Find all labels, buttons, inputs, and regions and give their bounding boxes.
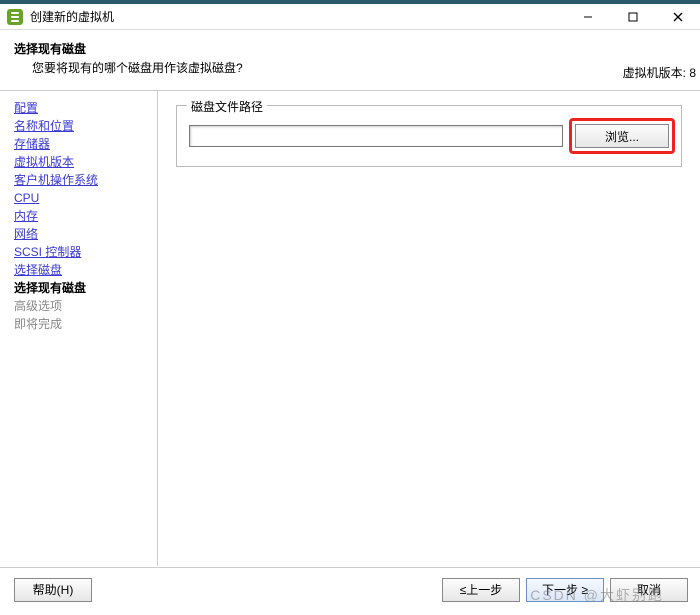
- sidebar-item-guest-os[interactable]: 客户机操作系统: [14, 171, 147, 189]
- wizard-content: 磁盘文件路径 浏览...: [158, 91, 700, 566]
- disk-path-fieldset: 磁盘文件路径 浏览...: [176, 105, 682, 167]
- wizard-footer: 帮助(H) ≤上一步 下一步 ≥ 取消: [0, 567, 700, 611]
- sidebar-item-advanced: 高级选项: [14, 297, 147, 315]
- window-controls: [565, 4, 700, 29]
- sidebar-item-vm-version[interactable]: 虚拟机版本: [14, 153, 147, 171]
- back-button[interactable]: ≤上一步: [442, 578, 520, 602]
- wizard-steps-sidebar: 配置 名称和位置 存储器 虚拟机版本 客户机操作系统 CPU 内存 网络 SCS…: [0, 91, 158, 566]
- disk-path-input[interactable]: [189, 125, 563, 147]
- next-button[interactable]: 下一步 ≥: [526, 578, 604, 602]
- wizard-body: 配置 名称和位置 存储器 虚拟机版本 客户机操作系统 CPU 内存 网络 SCS…: [0, 91, 700, 566]
- window-title: 创建新的虚拟机: [30, 8, 565, 25]
- sidebar-item-ready: 即将完成: [14, 315, 147, 333]
- close-button[interactable]: [655, 4, 700, 30]
- sidebar-item-scsi[interactable]: SCSI 控制器: [14, 243, 147, 261]
- sidebar-item-config[interactable]: 配置: [14, 99, 147, 117]
- page-title: 选择现有磁盘: [14, 40, 686, 57]
- sidebar-item-storage[interactable]: 存储器: [14, 135, 147, 153]
- browse-button[interactable]: 浏览...: [575, 124, 669, 148]
- titlebar: 创建新的虚拟机: [0, 0, 700, 30]
- cancel-button[interactable]: 取消: [610, 578, 688, 602]
- maximize-button[interactable]: [610, 4, 655, 30]
- app-icon: [6, 8, 24, 26]
- minimize-button[interactable]: [565, 4, 610, 30]
- wizard-header: 选择现有磁盘 您要将现有的哪个磁盘用作该虚拟磁盘? 虚拟机版本: 8: [0, 30, 700, 91]
- sidebar-item-select-disk[interactable]: 选择磁盘: [14, 261, 147, 279]
- help-button[interactable]: 帮助(H): [14, 578, 92, 602]
- fieldset-legend: 磁盘文件路径: [187, 98, 267, 115]
- page-subtitle: 您要将现有的哪个磁盘用作该虚拟磁盘?: [14, 57, 686, 76]
- sidebar-item-select-existing-disk: 选择现有磁盘: [14, 279, 147, 297]
- sidebar-item-memory[interactable]: 内存: [14, 207, 147, 225]
- sidebar-item-name-location[interactable]: 名称和位置: [14, 117, 147, 135]
- vm-version-label: 虚拟机版本: 8: [623, 64, 696, 81]
- sidebar-item-cpu[interactable]: CPU: [14, 189, 147, 207]
- sidebar-item-network[interactable]: 网络: [14, 225, 147, 243]
